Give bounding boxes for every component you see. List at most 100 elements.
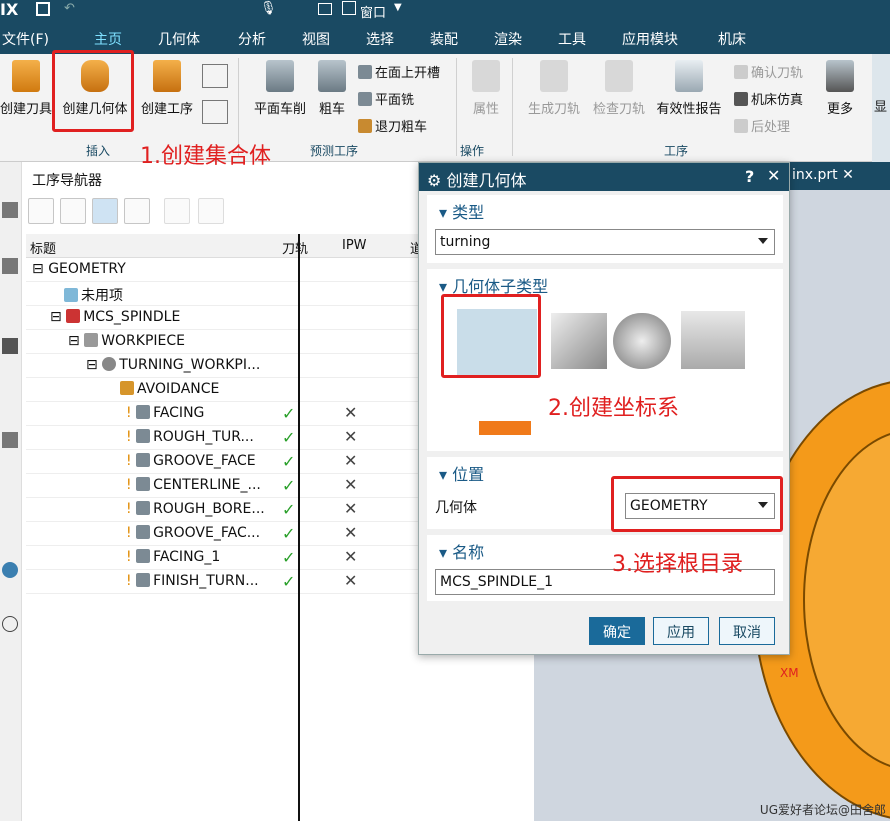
close-icon[interactable]: ✕ — [842, 167, 854, 183]
tree-label: ! FACING — [126, 405, 205, 421]
menu-assembly[interactable]: 装配 — [430, 29, 458, 49]
face-groove-button[interactable]: 在面上开槽 — [358, 62, 440, 81]
workpiece-subtype-icon[interactable] — [551, 313, 607, 369]
operation-icon — [136, 477, 151, 491]
ok-button[interactable]: 确定 — [589, 617, 645, 645]
cancel-button[interactable]: 取消 — [719, 617, 775, 645]
chevron-down-icon — [758, 238, 768, 244]
geometry-nav-icon[interactable] — [2, 258, 18, 274]
close-icon[interactable]: ✕ — [767, 166, 780, 185]
apply-button[interactable]: 应用 — [653, 617, 709, 645]
operation-icon — [136, 573, 151, 587]
column-title[interactable]: 标题 — [30, 238, 56, 257]
create-tool-button[interactable]: 创建刀具 — [0, 60, 52, 117]
part-tab[interactable]: inx.prt ✕ — [790, 162, 890, 190]
delete-icon[interactable] — [198, 198, 224, 224]
toolpath-ok: ✓ — [282, 572, 296, 591]
save-icon[interactable] — [36, 2, 50, 16]
show-button[interactable]: 显 — [872, 54, 890, 162]
confirm-tool-button[interactable]: 确认刀轨 — [734, 62, 803, 81]
warning-icon: ! — [126, 453, 137, 469]
tree-label: ! CENTERLINE_... — [126, 477, 261, 493]
program-view-icon[interactable] — [28, 198, 54, 224]
part-nav-icon[interactable] — [2, 432, 18, 448]
face-mill-label: 平面铣 — [375, 93, 415, 108]
window-menu[interactable]: 窗口 — [360, 2, 386, 21]
workpiece-icon — [84, 333, 99, 347]
face-lathe-icon — [266, 60, 294, 92]
undo-icon[interactable]: ↶ — [64, 1, 75, 16]
menu-home[interactable]: 主页 — [94, 29, 122, 49]
properties-label: 属性 — [472, 102, 499, 117]
warning-icon: ! — [126, 549, 137, 565]
type-select[interactable]: turning — [435, 229, 775, 255]
more-label: 更多 — [826, 102, 853, 117]
menu-machine[interactable]: 机床 — [718, 29, 746, 49]
menu-render[interactable]: 渲染 — [494, 29, 522, 49]
machine-sim-icon — [734, 92, 748, 106]
face-groove-icon — [358, 65, 372, 79]
microphone-icon[interactable]: 🎙 — [260, 1, 277, 16]
retract-rough-icon — [358, 119, 372, 133]
assembly-nav-icon[interactable] — [2, 338, 18, 354]
face-mill-button[interactable]: 平面铣 — [358, 89, 414, 108]
operation-icon — [136, 525, 151, 539]
menu-analysis[interactable]: 分析 — [238, 29, 266, 49]
method-view-icon[interactable] — [124, 198, 150, 224]
operation-icon — [136, 429, 151, 443]
ipw-status: ✕ — [344, 427, 358, 446]
csys-icon — [66, 309, 81, 323]
location-header[interactable]: ▾ 位置 — [439, 461, 484, 485]
tree-label: ! FINISH_TURN... — [126, 573, 259, 589]
column-ipw[interactable]: IPW — [342, 238, 367, 253]
highlight-box — [52, 50, 134, 132]
ipw-status: ✕ — [344, 451, 358, 470]
menu-geometry[interactable]: 几何体 — [158, 29, 200, 49]
face-lathe-button[interactable]: 平面车削 — [250, 60, 310, 117]
operation-icon — [136, 453, 151, 467]
verify-path-button[interactable]: 检查刀轨 — [588, 60, 650, 117]
containment-icon[interactable] — [681, 311, 745, 369]
window-icon[interactable] — [318, 3, 332, 15]
validity-report-button[interactable]: 有效性报告 — [652, 60, 726, 117]
menu-tools[interactable]: 工具 — [558, 29, 586, 49]
turning-workpiece-icon[interactable] — [613, 313, 671, 369]
retract-rough-button[interactable]: 退刀粗车 — [358, 116, 427, 135]
create-operation-button[interactable]: 创建工序 — [138, 60, 196, 117]
column-toolpath[interactable]: 刀轨 — [282, 238, 308, 257]
folder-icon — [64, 288, 78, 302]
turret-icon[interactable] — [202, 100, 228, 124]
more-button[interactable]: 更多 — [822, 60, 858, 117]
generate-path-button[interactable]: 生成刀轨 — [522, 60, 586, 117]
history-icon[interactable] — [2, 616, 18, 632]
help-button[interactable]: ? — [745, 167, 754, 186]
machine-view-icon[interactable] — [60, 198, 86, 224]
operation-icon — [136, 501, 151, 515]
warning-icon: ! — [126, 429, 137, 445]
web-icon[interactable] — [2, 562, 18, 578]
column-divider — [298, 234, 300, 821]
name-header[interactable]: ▾ 名称 — [439, 539, 484, 563]
add-icon[interactable] — [164, 198, 190, 224]
warning-icon: ! — [126, 501, 137, 517]
type-header[interactable]: ▾ 类型 — [439, 199, 484, 223]
tree-label: ! GROOVE_FACE — [126, 453, 256, 469]
divider — [456, 58, 457, 156]
grid-icon[interactable] — [202, 64, 228, 88]
menu-application[interactable]: 应用模块 — [622, 29, 678, 49]
tree-label: AVOIDANCE — [120, 381, 219, 397]
machine-sim-button[interactable]: 机床仿真 — [734, 89, 803, 108]
menu-bar: 文件(F) 主页 几何体 分析 视图 选择 装配 渲染 工具 应用模块 机床 — [0, 22, 890, 54]
properties-button[interactable]: 属性 — [466, 60, 506, 117]
menu-select[interactable]: 选择 — [366, 29, 394, 49]
geometry-view-icon[interactable] — [92, 198, 118, 224]
collapse-icon: ▾ — [439, 543, 453, 562]
menu-view[interactable]: 视图 — [302, 29, 330, 49]
tool-nav-icon[interactable] — [2, 202, 18, 218]
create-tool-label: 创建刀具 — [0, 102, 53, 117]
avoidance-subtype-icon[interactable] — [479, 385, 531, 435]
warning-icon: ! — [126, 477, 137, 493]
rough-turn-button[interactable]: 粗车 — [314, 60, 350, 117]
menu-file[interactable]: 文件(F) — [2, 29, 49, 49]
post-process-button[interactable]: 后处理 — [734, 116, 790, 135]
